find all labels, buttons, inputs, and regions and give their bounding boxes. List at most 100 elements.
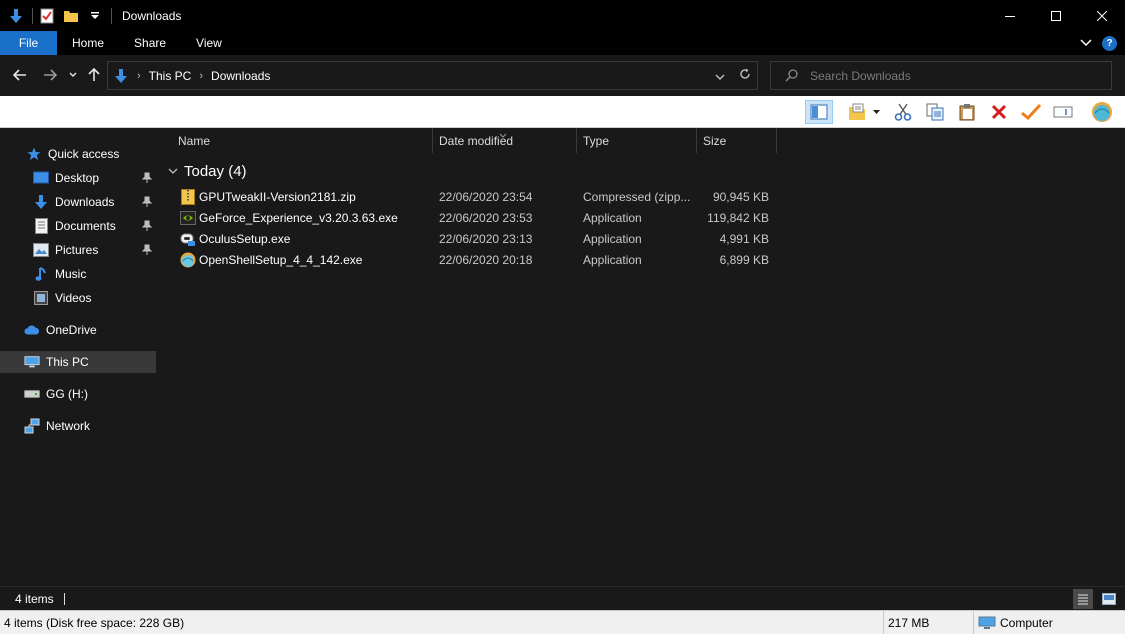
group-header-today[interactable]: Today (4) (168, 161, 247, 181)
refresh-icon[interactable] (739, 68, 751, 83)
table-row[interactable]: OculusSetup.exe 22/06/2020 23:13 Applica… (176, 228, 776, 249)
expand-ribbon-icon[interactable] (1080, 36, 1092, 50)
tab-share[interactable]: Share (119, 31, 181, 55)
breadcrumb-separator: › (199, 69, 204, 82)
sidebar-item-label: Music (55, 267, 87, 281)
pin-icon[interactable] (141, 196, 153, 208)
sidebar-item-quick-access[interactable]: Quick access (0, 143, 156, 165)
shell-icon (180, 252, 196, 268)
breadcrumb-separator: › (137, 69, 141, 82)
up-button[interactable] (85, 64, 103, 86)
oculus-icon (180, 231, 196, 247)
delete-icon[interactable] (985, 100, 1013, 124)
documents-icon (33, 218, 49, 234)
back-button[interactable] (10, 64, 30, 86)
group-label: Today (4) (184, 162, 247, 180)
file-date: 22/06/2020 23:13 (439, 232, 533, 246)
properties-icon[interactable] (39, 8, 55, 24)
checkmark-icon[interactable] (1017, 100, 1045, 124)
address-bar-controls (715, 62, 751, 89)
rename-icon[interactable] (1049, 100, 1077, 124)
sidebar-item-label: Videos (55, 291, 92, 305)
details-view-button[interactable] (1073, 589, 1093, 609)
sidebar-item-label: Quick access (48, 147, 120, 161)
address-history-dropdown[interactable] (715, 69, 725, 83)
copy-icon[interactable] (921, 100, 949, 124)
divider (63, 592, 65, 605)
folder-options-icon[interactable] (843, 100, 871, 124)
table-row[interactable]: GPUTweakII-Version2181.zip 22/06/2020 23… (176, 186, 776, 207)
status-details: 4 items (Disk free space: 228 GB) (0, 611, 884, 634)
pin-icon[interactable] (141, 244, 153, 256)
recent-locations-button[interactable] (66, 64, 80, 86)
tab-file[interactable]: File (0, 31, 57, 55)
sidebar-item-pictures[interactable]: Pictures (0, 239, 156, 261)
cut-icon[interactable] (889, 100, 917, 124)
download-arrow-icon[interactable] (8, 8, 24, 24)
help-icon[interactable]: ? (1102, 35, 1117, 51)
sidebar-item-onedrive[interactable]: OneDrive (0, 319, 156, 341)
ribbon-tabs: File Home Share View ? (0, 31, 1125, 55)
status-bar: 4 items (0, 586, 1125, 610)
music-icon (33, 266, 49, 282)
file-name: OpenShellSetup_4_4_142.exe (199, 253, 363, 267)
column-header-name[interactable]: Name (172, 128, 433, 153)
file-name: OculusSetup.exe (199, 232, 291, 246)
file-date: 22/06/2020 23:54 (439, 190, 533, 204)
sidebar-item-desktop[interactable]: Desktop (0, 167, 156, 189)
sidebar-item-this-pc[interactable]: This PC (0, 351, 156, 373)
classic-toolbar (0, 96, 1125, 128)
file-date: 22/06/2020 23:53 (439, 211, 533, 225)
sidebar-item-network[interactable]: Network (0, 415, 156, 437)
window-controls (987, 0, 1125, 31)
search-icon (785, 69, 798, 82)
folder-options-dropdown-icon[interactable] (868, 100, 884, 124)
file-size: 6,899 KB (719, 253, 769, 267)
sidebar-item-label: This PC (46, 355, 89, 369)
sidebar-item-music[interactable]: Music (0, 263, 156, 285)
nvidia-icon (180, 210, 196, 226)
chevron-down-icon (168, 168, 178, 175)
download-icon (33, 194, 49, 210)
pin-icon[interactable] (141, 172, 153, 184)
minimize-button[interactable] (987, 0, 1033, 31)
breadcrumb-this-pc[interactable]: This PC (149, 69, 192, 83)
column-header-size[interactable]: Size (697, 128, 777, 153)
sidebar-item-label: Downloads (55, 195, 115, 209)
cloud-icon (24, 322, 40, 338)
new-folder-icon[interactable] (63, 8, 79, 24)
maximize-button[interactable] (1033, 0, 1079, 31)
sidebar-item-label: Desktop (55, 171, 100, 185)
sidebar-item-videos[interactable]: Videos (0, 287, 156, 309)
tab-view[interactable]: View (181, 31, 237, 55)
breadcrumb-downloads[interactable]: Downloads (211, 69, 270, 83)
table-row[interactable]: OpenShellSetup_4_4_142.exe 22/06/2020 20… (176, 249, 776, 270)
tab-home[interactable]: Home (57, 31, 119, 55)
close-button[interactable] (1079, 0, 1125, 31)
file-date: 22/06/2020 20:18 (439, 253, 533, 267)
large-icons-view-button[interactable] (1099, 589, 1119, 609)
column-header-type[interactable]: Type (577, 128, 697, 153)
zip-icon (180, 189, 196, 205)
star-icon (26, 146, 42, 162)
network-icon (24, 418, 40, 434)
classic-status-bar: 4 items (Disk free space: 228 GB) 217 MB… (0, 610, 1125, 634)
column-header-date[interactable]: Date modified (433, 128, 577, 153)
search-box[interactable]: Search Downloads (770, 61, 1112, 90)
navigation-pane-icon[interactable] (805, 100, 833, 124)
download-folder-icon (113, 68, 129, 84)
forward-button[interactable] (40, 64, 60, 86)
open-shell-icon[interactable] (1088, 100, 1116, 124)
sidebar-item-downloads[interactable]: Downloads (0, 191, 156, 213)
sidebar-item-drive-h[interactable]: GG (H:) (0, 383, 156, 405)
navigation-pane: Quick access Desktop Downloads Documents (0, 128, 160, 586)
pictures-icon (33, 242, 49, 258)
customize-dropdown-icon[interactable] (87, 8, 103, 24)
sidebar-item-documents[interactable]: Documents (0, 215, 156, 237)
computer-icon (24, 354, 40, 370)
paste-icon[interactable] (953, 100, 981, 124)
address-bar[interactable]: › This PC › Downloads (107, 61, 758, 90)
sort-indicator-icon (499, 127, 507, 141)
pin-icon[interactable] (141, 220, 153, 232)
table-row[interactable]: GeForce_Experience_v3.20.3.63.exe 22/06/… (176, 207, 776, 228)
